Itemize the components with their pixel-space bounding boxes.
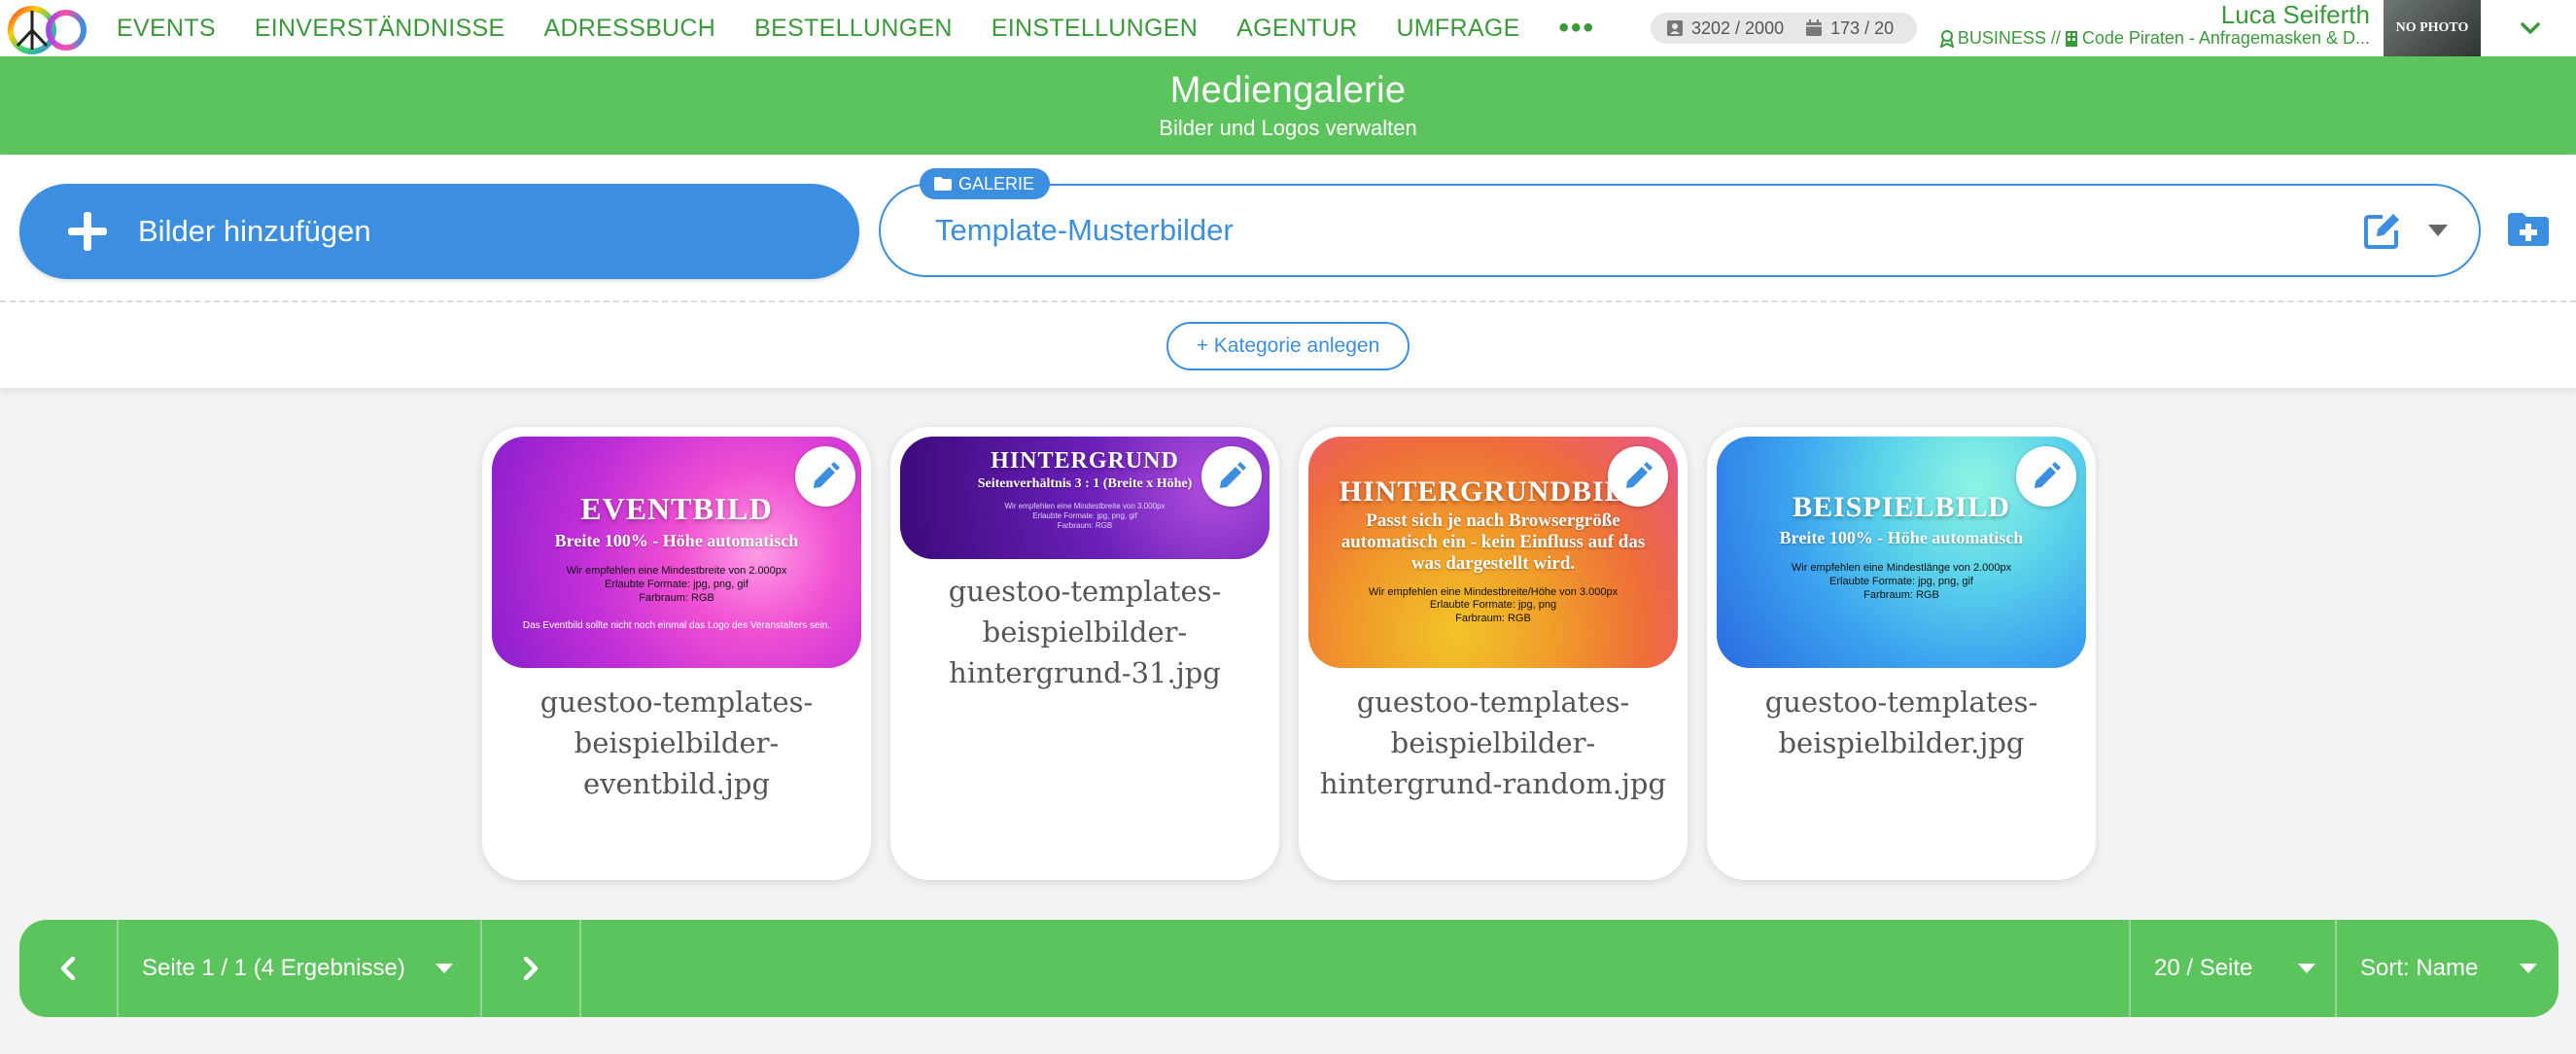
pagination-bar: Seite 1 / 1 (4 Ergebnisse) 20 / Seite So… <box>19 920 2559 1017</box>
events-counter: 173 / 20 <box>1805 18 1894 39</box>
chevron-right-icon <box>523 956 539 981</box>
image-card[interactable]: BEISPIELBILD Breite 100% - Höhe automati… <box>1707 427 2096 880</box>
page-select[interactable]: Seite 1 / 1 (4 Ergebnisse) <box>142 920 454 1017</box>
nav-more-icon[interactable]: ••• <box>1559 12 1596 45</box>
image-file-name: guestoo-templates-beispielbilder.jpg <box>1764 685 2038 759</box>
edit-image-button[interactable] <box>1608 446 1668 507</box>
gallery-select-value: Template-Musterbilder <box>935 213 1234 247</box>
edit-image-button[interactable] <box>795 446 855 507</box>
chevron-left-icon <box>60 956 76 981</box>
image-file-name: guestoo-templates-beispielbilder-hinterg… <box>1319 685 1667 800</box>
pencil-icon <box>814 462 840 488</box>
nav-item-umfrage[interactable]: UMFRAGE <box>1396 15 1519 43</box>
pager-divider <box>2129 920 2131 1017</box>
thumbnail-detail-line: Erlaubte Formate: jpg, png, gif <box>605 578 748 590</box>
thumbnail-detail-line: Farbraum: RGB <box>1057 521 1113 530</box>
add-category-button[interactable]: + Kategorie anlegen <box>1166 322 1410 370</box>
chevron-down-icon[interactable] <box>2518 16 2543 41</box>
user-plan: BUSINESS // <box>1957 28 2061 48</box>
per-page-value: 20 / Seite <box>2154 955 2253 981</box>
pencil-icon <box>1220 462 1246 488</box>
gallery-badge: GALERIE <box>920 168 1051 199</box>
contact-card-icon <box>1667 20 1683 36</box>
previous-page-button[interactable] <box>19 920 117 1017</box>
image-card[interactable]: HINTERGRUNDBILD Passt sich je nach Brows… <box>1299 427 1688 880</box>
image-card[interactable]: HINTERGRUND Seitenverhältnis 3 : 1 (Brei… <box>890 427 1279 880</box>
caret-down-icon <box>2298 964 2316 973</box>
thumbnail-detail-line: Erlaubte Formate: jpg, png <box>1429 599 1557 612</box>
caret-down-icon <box>2520 964 2538 973</box>
thumbnail-detail-line: Wir empfehlen eine Mindestbreite/Höhe vo… <box>1368 585 1619 598</box>
pencil-icon <box>1626 462 1653 488</box>
gallery-toolbar: Bilder hinzufügen GALERIE Template-Muste… <box>0 155 2576 388</box>
thumbnail-detail-line: Farbraum: RGB <box>1455 613 1531 625</box>
thumbnail-detail-line: Erlaubte Formate: jpg, png, gif <box>1829 575 1973 587</box>
thumbnail-detail-line: Erlaubte Formate: jpg, png, gif <box>1032 511 1137 520</box>
page-info: Seite 1 / 1 (4 Ergebnisse) <box>142 955 405 981</box>
per-page-select[interactable]: 20 / Seite <box>2154 920 2316 1017</box>
nav-item-einstellungen[interactable]: EINSTELLUNGEN <box>992 15 1198 43</box>
page-title: Mediengalerie <box>1169 70 1407 111</box>
thumbnail-subtitle: Breite 100% - Höhe automatisch <box>554 531 799 550</box>
usage-counters: 3202 / 2000 173 / 20 <box>1651 13 1917 44</box>
thumbnail-subtitle: Breite 100% - Höhe automatisch <box>1779 528 2024 547</box>
thumbnail-detail-line: Farbraum: RGB <box>1863 588 1939 601</box>
nav-item-bestellungen[interactable]: BESTELLUNGEN <box>754 15 953 43</box>
page-subtitle: Bilder und Logos verwalten <box>1159 116 1417 140</box>
building-icon <box>2065 30 2077 47</box>
pencil-icon <box>2035 462 2061 488</box>
edit-icon[interactable] <box>2363 211 2402 250</box>
image-file-name: guestoo-templates-beispielbilder-eventbi… <box>540 685 814 800</box>
thumbnail-details: Wir empfehlen eine Mindestlänge von 2.00… <box>1717 562 2086 602</box>
thumbnail-detail-line: Wir empfehlen eine Mindestlänge von 2.00… <box>1791 562 2012 574</box>
user-company: Code Piraten - Anfragemasken & D... <box>2081 28 2370 48</box>
thumbnail-footnote: Das Eventbild sollte nicht noch einmal d… <box>522 620 831 632</box>
calendar-icon <box>1806 19 1823 36</box>
nav-item-adressbuch[interactable]: ADRESSBUCH <box>543 15 715 43</box>
user-name[interactable]: Luca Seiferth <box>2221 0 2370 30</box>
contacts-counter: 3202 / 2000 <box>1666 18 1784 39</box>
nav-item-agentur[interactable]: AGENTUR <box>1236 15 1357 43</box>
events-counter-value: 173 / 20 <box>1830 18 1895 38</box>
pager-divider <box>579 920 581 1017</box>
image-file-name: guestoo-templates-beispielbilder-hinterg… <box>948 575 1222 689</box>
pager-divider <box>2335 920 2337 1017</box>
nav-item-events[interactable]: EVENTS <box>117 15 216 43</box>
avatar[interactable]: NO PHOTO <box>2384 0 2481 56</box>
nav-item-einverstaendnisse[interactable]: EINVERSTÄNDNISSE <box>255 15 505 43</box>
main-nav: EVENTS EINVERSTÄNDNISSE ADRESSBUCH BESTE… <box>117 0 1595 56</box>
thumbnail-detail-line: Wir empfehlen eine Mindestbreite von 2.0… <box>566 565 787 577</box>
edit-image-button[interactable] <box>1201 446 1262 507</box>
gallery-badge-label: GALERIE <box>958 173 1035 193</box>
add-images-label: Bilder hinzufügen <box>138 214 371 248</box>
contacts-counter-value: 3202 / 2000 <box>1691 18 1785 38</box>
folder-add-icon[interactable] <box>2506 211 2551 248</box>
edit-image-button[interactable] <box>2016 446 2076 507</box>
gallery-select[interactable]: GALERIE Template-Musterbilder <box>879 168 2481 277</box>
thumbnail-subtitle: Passt sich je nach Browsergröße automati… <box>1340 510 1646 574</box>
caret-down-icon <box>435 964 453 973</box>
next-page-button[interactable] <box>482 920 579 1017</box>
top-navigation: EVENTS EINVERSTÄNDNISSE ADRESSBUCH BESTE… <box>0 0 2576 56</box>
page-header: Mediengalerie Bilder und Logos verwalten <box>0 56 2576 155</box>
user-account-info[interactable]: BUSINESS // Code Piraten - Anfragemasken… <box>1936 28 2370 49</box>
sort-select[interactable]: Sort: Name <box>2360 920 2538 1017</box>
thumbnail-details: Wir empfehlen eine Mindestbreite von 3.0… <box>900 502 1270 531</box>
thumbnail-detail-line: Farbraum: RGB <box>639 591 714 604</box>
caret-down-icon[interactable] <box>2426 221 2450 240</box>
sort-value: Sort: Name <box>2360 955 2479 981</box>
award-icon <box>1939 29 1954 48</box>
avatar-placeholder-text: NO PHOTO <box>2395 20 2469 35</box>
app-logo-icon[interactable] <box>6 3 89 55</box>
pager-divider <box>117 920 119 1017</box>
add-images-button[interactable]: Bilder hinzufügen <box>19 184 859 279</box>
thumbnail-details: Wir empfehlen eine Mindestbreite von 2.0… <box>492 565 861 605</box>
thumbnail-details: Wir empfehlen eine Mindestbreite/Höhe vo… <box>1308 586 1678 626</box>
image-card[interactable]: EVENTBILD Breite 100% - Höhe automatisch… <box>482 427 871 880</box>
toolbar-divider <box>0 300 2576 302</box>
folder-icon <box>934 177 952 191</box>
thumbnail-detail-line: Wir empfehlen eine Mindestbreite von 3.0… <box>1004 502 1166 510</box>
plus-icon <box>68 212 107 251</box>
